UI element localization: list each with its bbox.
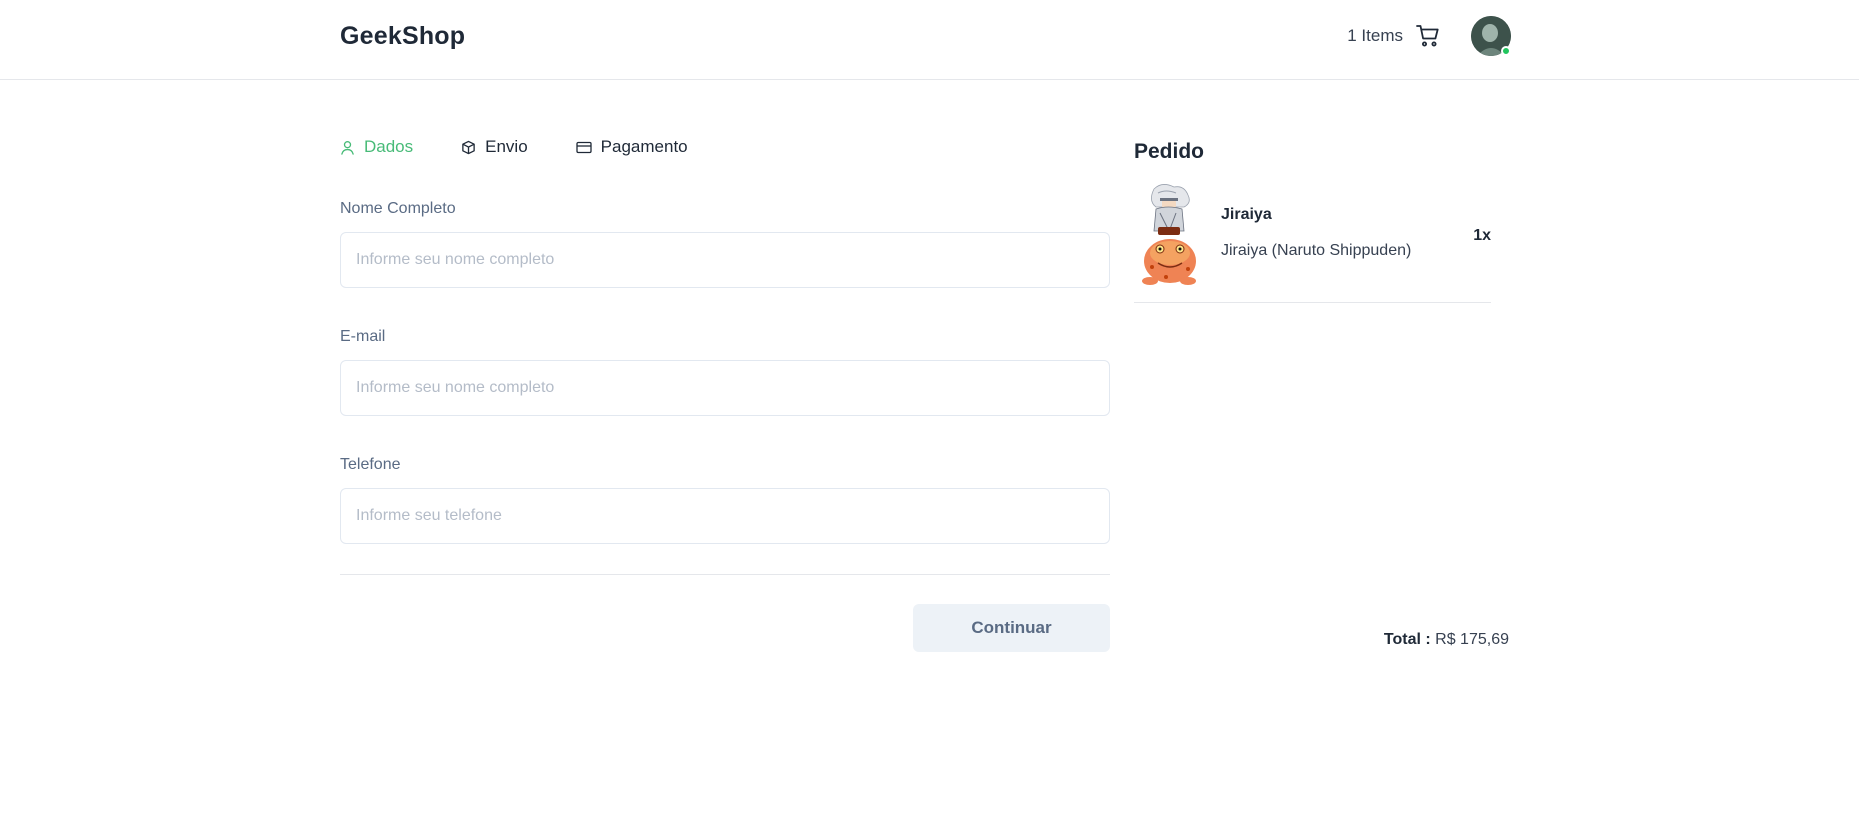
step-envio[interactable]: Envio (461, 137, 528, 157)
step-label: Envio (485, 137, 528, 156)
user-avatar[interactable] (1471, 16, 1511, 56)
name-field-group: Nome Completo (340, 200, 1110, 288)
order-title: Pedido (1134, 140, 1205, 163)
step-pagamento[interactable]: Pagamento (576, 137, 688, 157)
step-dados[interactable]: Dados (340, 137, 413, 157)
continue-button[interactable]: Continuar (913, 604, 1110, 652)
form-divider (340, 574, 1110, 575)
email-field-group: E-mail (340, 328, 1110, 416)
order-item: Jiraiya Jiraiya (Naruto Shippuden) 1x (1134, 183, 1491, 303)
user-icon (341, 140, 354, 155)
box-icon (462, 140, 475, 154)
phone-label: Telefone (340, 456, 401, 473)
brand-logo[interactable]: GeekShop (340, 22, 465, 51)
product-description: Jiraiya (Naruto Shippuden) (1221, 242, 1412, 259)
email-input[interactable] (340, 360, 1110, 416)
personal-data-form: Nome Completo E-mail Telefone (340, 200, 1110, 584)
cart-area: 1 Items (1347, 16, 1511, 56)
product-name: Jiraiya (1221, 206, 1272, 223)
top-header: GeekShop 1 Items (0, 0, 1859, 80)
phone-input[interactable] (340, 488, 1110, 544)
total-label: Total : (1383, 631, 1431, 648)
checkout-steps: Dados Envio Pagamento (340, 137, 736, 157)
order-total: Total : R$ 175,69 (1384, 631, 1509, 649)
total-value: R$ 175,69 (1435, 631, 1509, 648)
name-label: Nome Completo (340, 200, 456, 217)
full-name-input[interactable] (340, 232, 1110, 288)
order-summary: Pedido Jiraiya Jiraiya (Naruto Shippuden… (1134, 137, 1509, 303)
product-quantity: 1x (1473, 227, 1491, 244)
product-image (1142, 184, 1196, 285)
phone-field-group: Telefone (340, 456, 1110, 544)
step-label: Pagamento (600, 137, 688, 156)
cart-icon[interactable] (1415, 23, 1441, 49)
step-label: Dados (364, 137, 414, 156)
online-status-dot (1501, 46, 1511, 56)
cart-count: 1 Items (1347, 26, 1403, 45)
email-label: E-mail (340, 328, 386, 345)
credit-card-icon (576, 141, 592, 153)
